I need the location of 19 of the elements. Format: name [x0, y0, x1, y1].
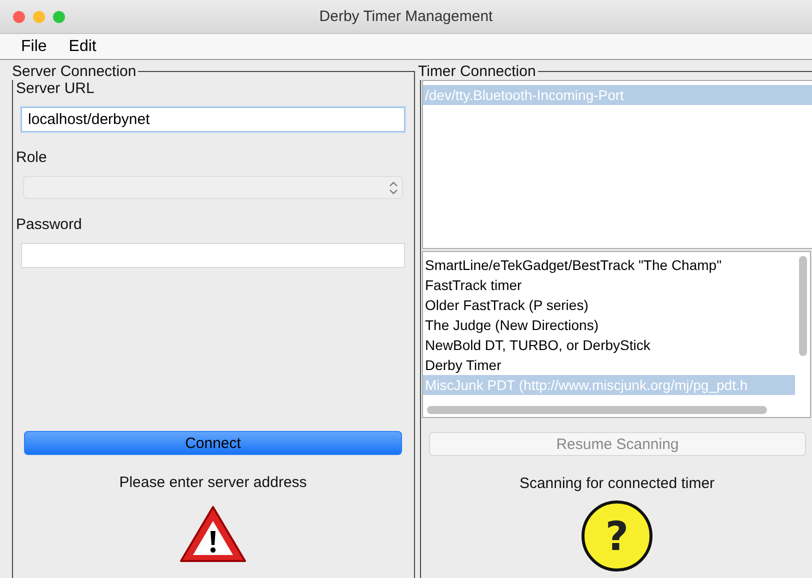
timer-item[interactable]: NewBold DT, TURBO, or DerbyStick [423, 335, 795, 355]
input-field[interactable]: localhost/derbynet [21, 107, 405, 132]
timer-item[interactable]: SmartLine/eTekGadget/BestTrack "The Champ" [423, 255, 795, 275]
panel-title: Timer Connection [417, 63, 537, 80]
question-icon: ? [581, 500, 653, 572]
status-message: Scanning for connected timer [518, 475, 716, 492]
panel-title: Server Connection [11, 63, 138, 80]
menu-item[interactable]: Edit [68, 38, 96, 56]
status-message: Please enter server address [118, 474, 308, 491]
timer-item[interactable]: Derby Timer [423, 355, 795, 375]
field-label: Role [16, 149, 48, 166]
connect-button[interactable]: Connect [24, 431, 402, 455]
timer-item[interactable]: The Judge (New Directions) [423, 315, 795, 335]
menu-item[interactable]: File [21, 38, 47, 56]
field-label: Password [16, 216, 83, 233]
timer-item[interactable]: FastTrack timer [423, 275, 795, 295]
window-title: Derby Timer Management [319, 8, 493, 25]
field-label: Server URL [16, 80, 96, 97]
timer-item[interactable]: Older FastTrack (P series) [423, 295, 795, 315]
